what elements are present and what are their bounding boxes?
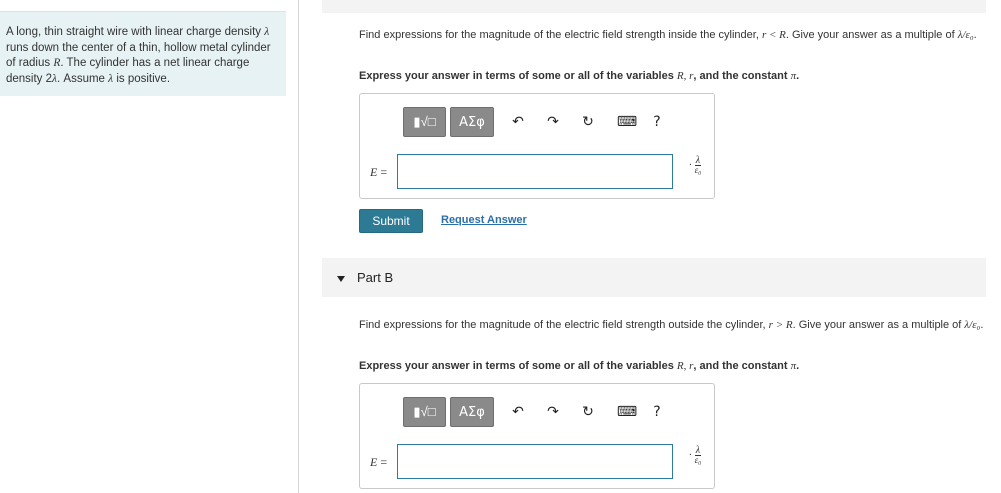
- greek-symbols-button[interactable]: ΑΣφ: [450, 107, 494, 137]
- field-label: E =: [370, 455, 388, 469]
- part-b-header[interactable]: Part B: [337, 270, 393, 285]
- answer-input[interactable]: [397, 154, 673, 189]
- problem-statement: A long, thin straight wire with linear c…: [0, 11, 286, 96]
- help-icon[interactable]: ?: [648, 404, 666, 420]
- part-b-header-strip: [322, 258, 986, 297]
- part-b-title: Part B: [357, 270, 394, 285]
- submit-button[interactable]: Submit: [359, 209, 423, 233]
- part-a-question: Find expressions for the magnitude of th…: [359, 29, 977, 41]
- undo-icon[interactable]: ↶: [509, 114, 527, 130]
- part-b-question: Find expressions for the magnitude of th…: [359, 319, 984, 331]
- math-toolbar: ▮√□ ΑΣφ ↶ ↷ ↻ ⌨ ?: [403, 397, 695, 427]
- part-b-answer-box: ▮√□ ΑΣφ ↶ ↷ ↻ ⌨ ? E = · λ ε₀: [359, 383, 715, 489]
- part-a-instruction: Express your answer in terms of some or …: [359, 70, 800, 82]
- reset-icon[interactable]: ↻: [579, 114, 597, 130]
- answer-input[interactable]: [397, 444, 673, 479]
- unit-label: · λ ε₀: [688, 155, 702, 175]
- panel-divider: [298, 0, 299, 493]
- keyboard-icon[interactable]: ⌨: [615, 404, 639, 420]
- reset-icon[interactable]: ↻: [579, 404, 597, 420]
- greek-symbols-button[interactable]: ΑΣφ: [450, 397, 494, 427]
- part-a-answer-box: ▮√□ ΑΣφ ↶ ↷ ↻ ⌨ ? E = · λ ε₀: [359, 93, 715, 199]
- collapse-triangle-icon[interactable]: [337, 275, 345, 282]
- unit-label: · λ ε₀: [688, 445, 702, 465]
- undo-icon[interactable]: ↶: [509, 404, 527, 420]
- templates-button[interactable]: ▮√□: [403, 107, 446, 137]
- math-toolbar: ▮√□ ΑΣφ ↶ ↷ ↻ ⌨ ?: [403, 107, 695, 137]
- help-icon[interactable]: ?: [648, 114, 666, 130]
- redo-icon[interactable]: ↷: [544, 404, 562, 420]
- keyboard-icon[interactable]: ⌨: [615, 114, 639, 130]
- request-answer-link[interactable]: Request Answer: [441, 214, 527, 226]
- part-b-instruction: Express your answer in terms of some or …: [359, 360, 800, 372]
- redo-icon[interactable]: ↷: [544, 114, 562, 130]
- field-label: E =: [370, 165, 388, 179]
- part-a-header-strip: [322, 0, 986, 13]
- templates-button[interactable]: ▮√□: [403, 397, 446, 427]
